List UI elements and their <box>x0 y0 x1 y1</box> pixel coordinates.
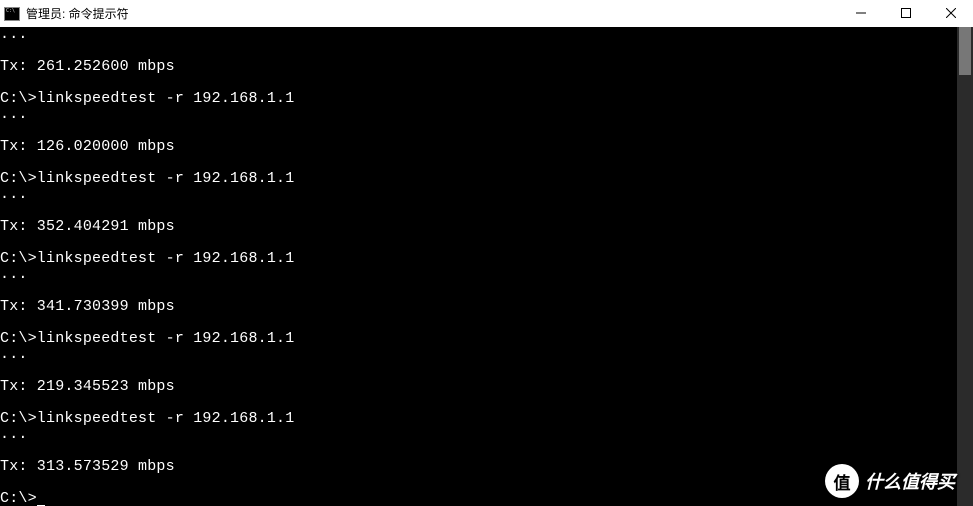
terminal-line <box>0 315 957 331</box>
terminal-line <box>0 155 957 171</box>
terminal-line: C:\>linkspeedtest -r 192.168.1.1 <box>0 251 957 267</box>
terminal-line: C:\>linkspeedtest -r 192.168.1.1 <box>0 91 957 107</box>
terminal-line: Tx: 219.345523 mbps <box>0 379 957 395</box>
terminal-line <box>0 235 957 251</box>
terminal-line: ... <box>0 427 957 443</box>
terminal-line: C:\> <box>0 491 957 506</box>
close-button[interactable] <box>928 0 973 26</box>
terminal-line <box>0 363 957 379</box>
cmd-icon <box>4 7 20 21</box>
minimize-button[interactable] <box>838 0 883 26</box>
terminal-line: Tx: 313.573529 mbps <box>0 459 957 475</box>
window-title: 管理员: 命令提示符 <box>26 5 129 22</box>
terminal-line <box>0 203 957 219</box>
window-controls <box>838 0 973 27</box>
terminal-line <box>0 443 957 459</box>
terminal-line: ... <box>0 347 957 363</box>
terminal-line: Tx: 261.252600 mbps <box>0 59 957 75</box>
scrollbar-thumb[interactable] <box>959 27 971 75</box>
terminal-line <box>0 43 957 59</box>
terminal-line <box>0 75 957 91</box>
terminal-line: Tx: 341.730399 mbps <box>0 299 957 315</box>
terminal-line: C:\>linkspeedtest -r 192.168.1.1 <box>0 331 957 347</box>
terminal-line: ... <box>0 187 957 203</box>
terminal-line: Tx: 352.404291 mbps <box>0 219 957 235</box>
terminal-line <box>0 395 957 411</box>
window-titlebar: 管理员: 命令提示符 <box>0 0 973 27</box>
terminal-line: ... <box>0 27 957 43</box>
terminal-line <box>0 283 957 299</box>
terminal-line: Tx: 126.020000 mbps <box>0 139 957 155</box>
terminal-line: ... <box>0 267 957 283</box>
terminal-line: ... <box>0 107 957 123</box>
terminal-line <box>0 123 957 139</box>
terminal-line: C:\>linkspeedtest -r 192.168.1.1 <box>0 171 957 187</box>
scrollbar-track[interactable] <box>957 27 973 506</box>
terminal-line: C:\>linkspeedtest -r 192.168.1.1 <box>0 411 957 427</box>
terminal-output[interactable]: ... Tx: 261.252600 mbps C:\>linkspeedtes… <box>0 27 957 506</box>
terminal-line <box>0 475 957 491</box>
maximize-button[interactable] <box>883 0 928 26</box>
